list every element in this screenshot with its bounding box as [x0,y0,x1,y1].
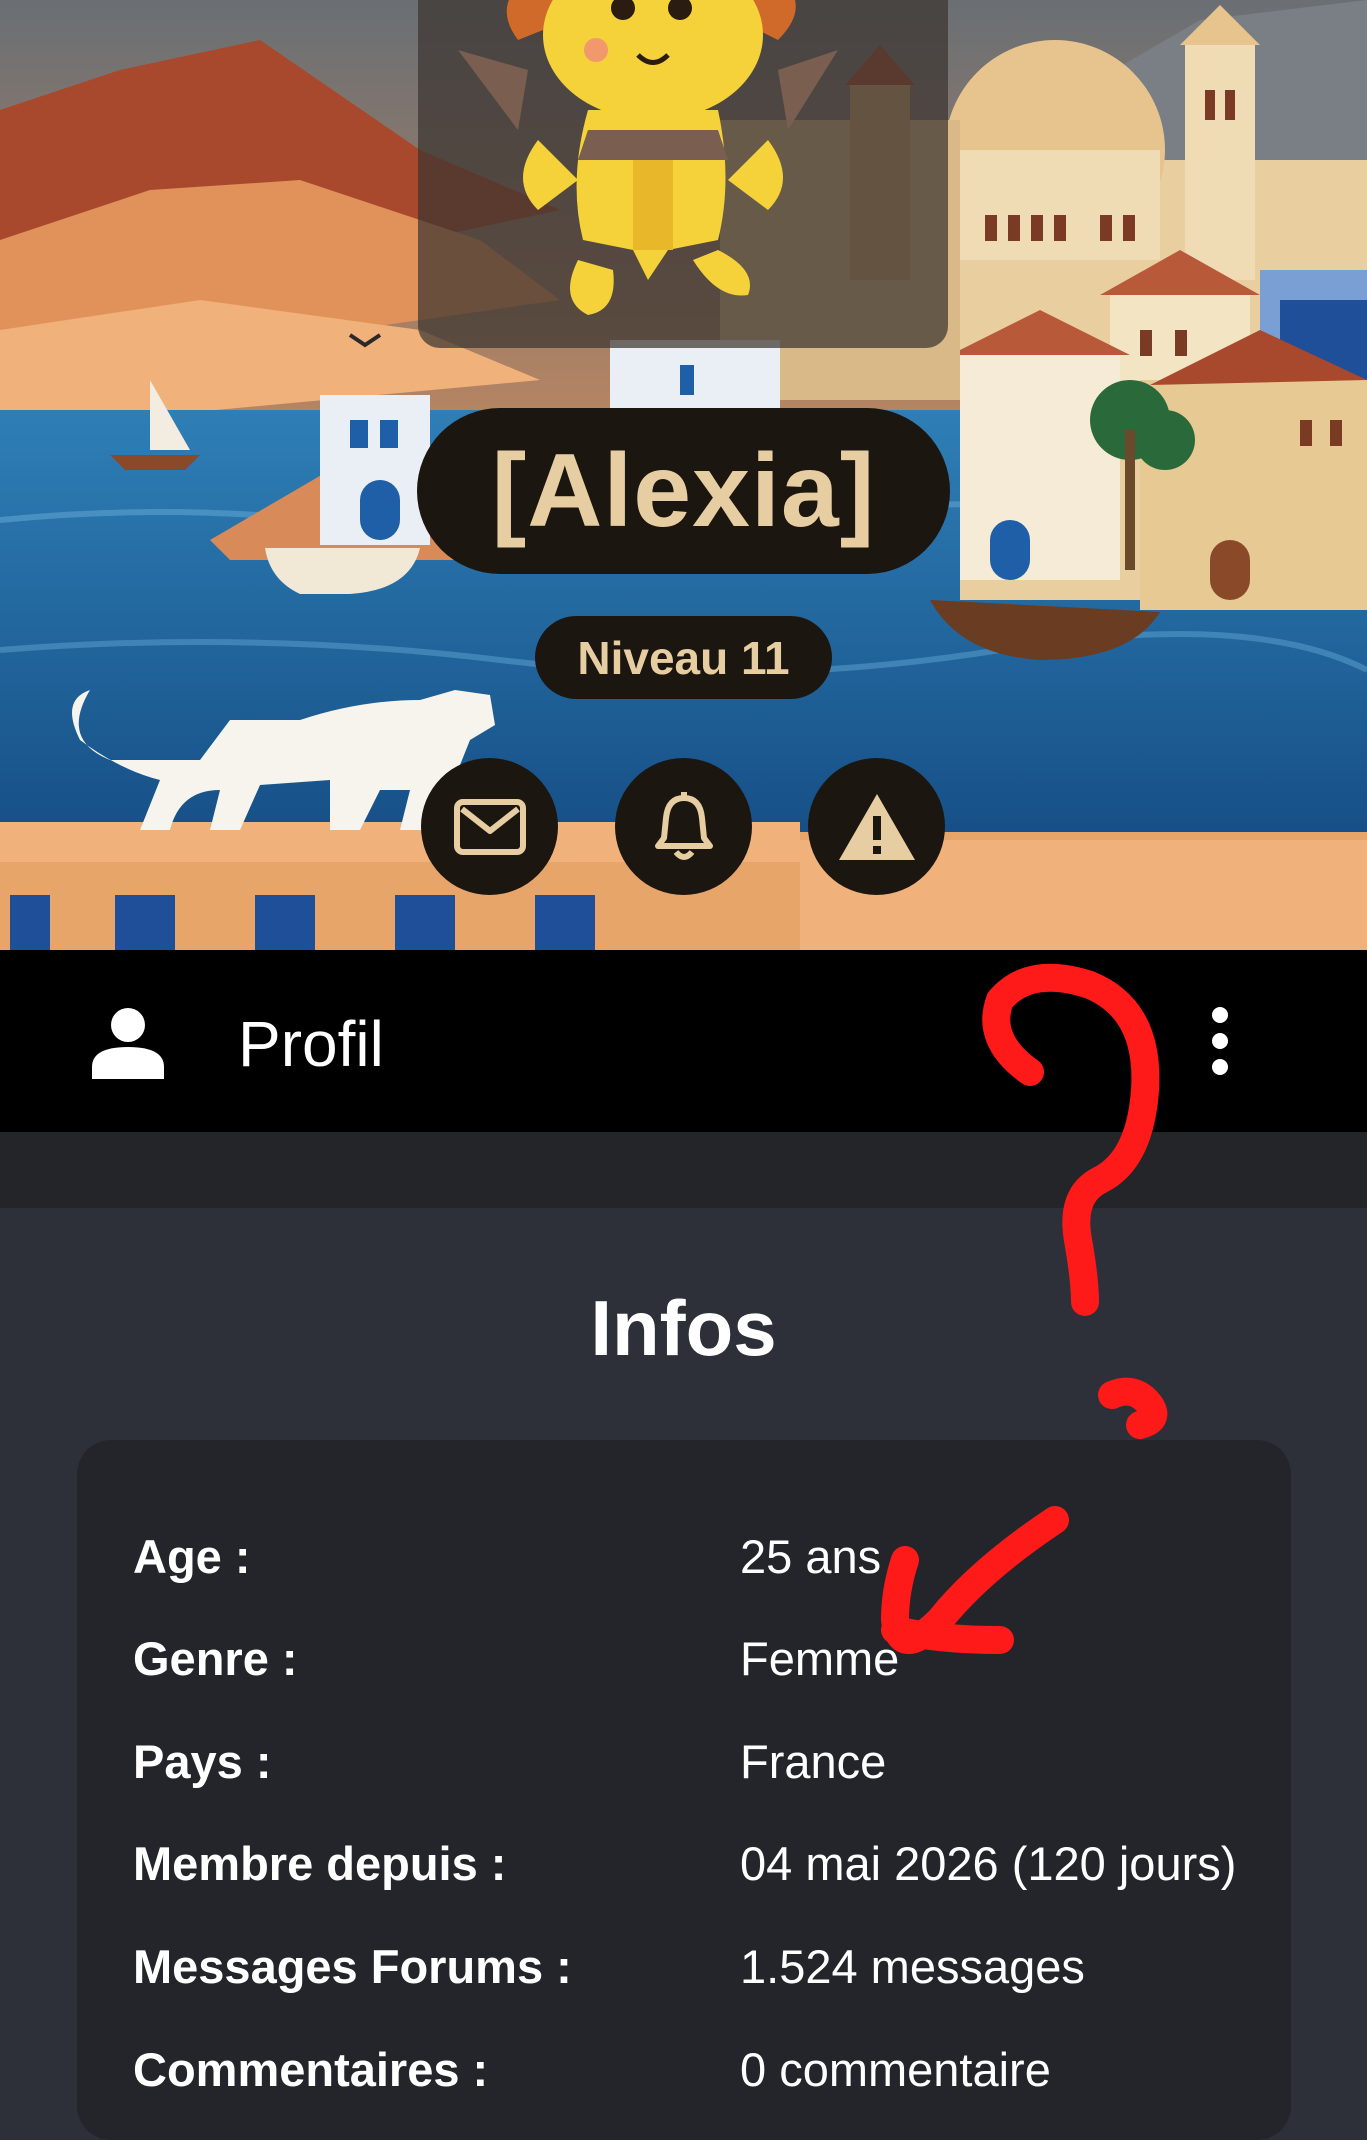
avatar[interactable] [418,0,948,348]
infos-section: Infos Age : 25 ans Genre : Femme Pays : … [0,1208,1367,2140]
page-title: Profil [238,1008,384,1080]
info-label: Commentaires : [133,2043,489,2096]
bell-icon [654,791,713,860]
info-row-genre: Genre : Femme [133,1629,1263,1689]
profile-banner: [Alexia] Niveau 11 [0,0,1367,950]
info-row-membre-depuis: Membre depuis : 04 mai 2026 (120 jours) [133,1834,1263,1894]
info-label: Membre depuis : [133,1837,507,1890]
message-button[interactable] [421,758,558,895]
section-title: Infos [590,1284,777,1372]
info-value: France [740,1735,887,1788]
level-badge: Niveau 11 [535,616,832,699]
info-value: Femme [740,1632,900,1685]
section-divider [0,1132,1367,1208]
info-row-age: Age : 25 ans [133,1527,1263,1587]
profile-name-badge: [Alexia] [417,408,950,574]
warning-icon [838,793,915,860]
report-button[interactable] [808,758,945,895]
level-badge-label: Niveau 11 [577,631,790,684]
person-icon [92,1008,164,1079]
profile-name: [Alexia] [491,432,876,549]
notifications-button[interactable] [615,758,752,895]
info-value: 0 commentaire [740,2043,1051,2096]
avatar-character-image [458,0,838,315]
profile-header-bar: Profil [0,950,1367,1132]
info-value: 04 mai 2026 (120 jours) [740,1837,1237,1890]
info-row-messages-forums: Messages Forums : 1.524 messages [133,1937,1263,1997]
info-value: 25 ans [740,1530,882,1583]
info-label: Pays : [133,1735,272,1788]
info-row-commentaires: Commentaires : 0 commentaire [133,2040,1263,2100]
more-options-button[interactable] [1200,1005,1240,1077]
info-card: Age : 25 ans Genre : Femme Pays : France… [77,1440,1291,2140]
info-value: 1.524 messages [740,1940,1085,1993]
info-label: Messages Forums : [133,1940,572,1993]
info-row-pays: Pays : France [133,1732,1263,1792]
more-vertical-icon [1212,1007,1228,1075]
info-label: Genre : [133,1632,298,1685]
info-label: Age : [133,1530,251,1583]
envelope-icon [453,798,526,855]
